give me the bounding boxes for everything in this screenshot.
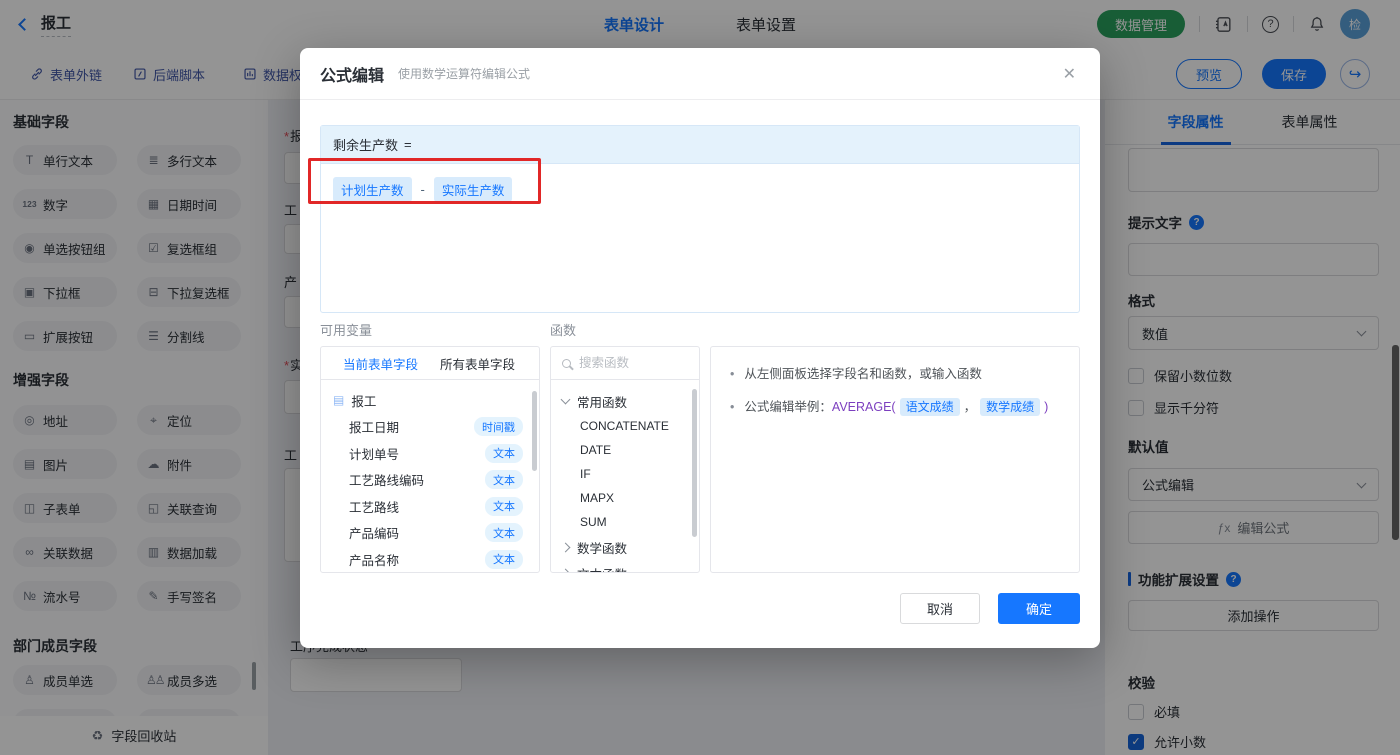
function-item[interactable]: MAPX: [562, 486, 699, 510]
formula-target: 剩余生产数: [333, 138, 399, 153]
function-group-math[interactable]: 数学函数: [560, 534, 699, 560]
formula-equals: =: [404, 137, 412, 152]
function-item[interactable]: IF: [562, 462, 699, 486]
modal-header: 公式编辑 使用数学运算符编辑公式: [300, 48, 1100, 100]
chevron-down-icon: [560, 394, 571, 405]
formula-target-row: 剩余生产数 =: [321, 126, 1079, 164]
formula-editor[interactable]: 剩余生产数 = 计划生产数 - 实际生产数: [320, 125, 1080, 313]
variable-root-row[interactable]: ▤ 报工: [333, 387, 531, 414]
variables-tabs: 当前表单字段 所有表单字段: [321, 347, 539, 380]
variable-row[interactable]: 计划单号 文本: [333, 440, 531, 467]
example-chip: 语文成绩: [899, 398, 960, 416]
modal-title: 公式编辑: [320, 67, 385, 85]
type-badge: 时间戳: [474, 417, 523, 437]
close-icon[interactable]: [1063, 64, 1076, 84]
tip-line: 公式编辑举例：AVERAGE(语文成绩，数学成绩): [730, 397, 1060, 418]
formula-operator: -: [420, 182, 425, 197]
function-item[interactable]: CONCATENATE: [562, 414, 699, 438]
variable-row[interactable]: 产品名称 文本: [333, 546, 531, 572]
functions-panel: 常用函数 CONCATENATE DATE IF MAPX SUM 数学函数 文…: [550, 346, 700, 573]
example-chip: 数学成绩: [980, 398, 1041, 416]
variable-row[interactable]: 报工日期 时间戳: [333, 414, 531, 441]
confirm-button[interactable]: 确定: [998, 593, 1080, 624]
variable-row[interactable]: 工艺路线 文本: [333, 493, 531, 520]
function-group-text[interactable]: 文本函数: [560, 560, 699, 572]
bullet-icon: [730, 364, 734, 385]
type-badge: 文本: [485, 496, 523, 516]
variables-list: ▤ 报工 报工日期 时间戳 计划单号 文本 工艺路线编码 文本 工艺路线 文本 产品编码…: [321, 380, 539, 572]
formula-expression: 计划生产数 - 实际生产数: [321, 164, 1079, 215]
search-icon: [562, 358, 571, 368]
variable-row[interactable]: 工艺路线编码 文本: [333, 467, 531, 494]
variables-scrollbar[interactable]: [532, 391, 537, 471]
tip-example: 公式编辑举例：AVERAGE(语文成绩，数学成绩): [744, 398, 1049, 416]
tips-panel: 从左侧面板选择字段名和函数，或输入函数 公式编辑举例：AVERAGE(语文成绩，…: [710, 346, 1080, 573]
functions-list: 常用函数 CONCATENATE DATE IF MAPX SUM 数学函数 文…: [551, 380, 699, 572]
variables-panel: 当前表单字段 所有表单字段 ▤ 报工 报工日期 时间戳 计划单号 文本 工艺路线编码…: [320, 346, 540, 573]
type-badge: 文本: [485, 523, 523, 543]
tab-current-form-fields[interactable]: 当前表单字段: [343, 354, 418, 373]
functions-section-label: 函数: [550, 323, 577, 338]
type-badge: 文本: [485, 443, 523, 463]
tip-line: 从左侧面板选择字段名和函数，或输入函数: [730, 364, 1060, 385]
function-item[interactable]: DATE: [562, 438, 699, 462]
tab-all-form-fields[interactable]: 所有表单字段: [440, 354, 515, 373]
chevron-right-icon: [560, 542, 571, 552]
file-icon: ▤: [333, 393, 345, 408]
functions-scrollbar[interactable]: [692, 389, 697, 537]
app-root: 报工 表单设计 表单设置 数据管理 ? 检 表单外链 后端脚本 数据权 预览 保…: [0, 0, 1400, 755]
function-search: [551, 347, 699, 380]
type-badge: 文本: [485, 549, 523, 569]
type-badge: 文本: [485, 470, 523, 490]
formula-chip[interactable]: 实际生产数: [433, 177, 513, 202]
variable-row[interactable]: 产品编码 文本: [333, 520, 531, 547]
function-group-common[interactable]: 常用函数: [560, 388, 699, 414]
formula-chip[interactable]: 计划生产数: [333, 177, 412, 202]
formula-edit-modal: 公式编辑 使用数学运算符编辑公式 剩余生产数 = 计划生产数 - 实际生产数 可…: [300, 48, 1100, 648]
cancel-button[interactable]: 取消: [900, 593, 980, 624]
function-item[interactable]: SUM: [562, 510, 699, 534]
chevron-right-icon: [560, 568, 571, 572]
bullet-icon: [730, 397, 734, 418]
modal-subtitle: 使用数学运算符编辑公式: [398, 67, 531, 81]
function-search-input[interactable]: [579, 356, 679, 370]
variables-section-label: 可用变量: [320, 323, 373, 338]
